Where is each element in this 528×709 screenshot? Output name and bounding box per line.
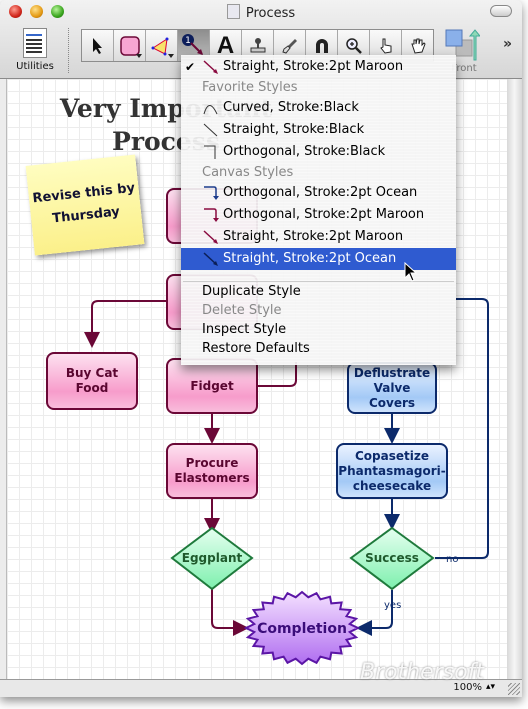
menu-header-favorites: Favorite Styles [202,80,298,95]
success-label: Success [365,551,419,565]
menu-item-current-style[interactable]: ✔ Straight, Stroke:2pt Maroon [181,56,456,78]
straight-maroon-line-icon [203,60,218,74]
straight-ocean-line-icon [203,252,218,266]
mouse-cursor-icon [404,262,418,282]
curved-line-icon [203,105,218,115]
orthogonal-ocean-line-icon [204,186,219,200]
buy-cat-food-box[interactable]: Buy Cat Food [46,352,138,410]
deflustrate-box[interactable]: Deflustrate Valve Covers [347,362,437,414]
orthogonal-line-icon [204,145,216,159]
menu-header-canvas: Canvas Styles [202,165,294,180]
menu-item-restore-defaults[interactable]: Restore Defaults [181,338,456,360]
menu-item-orthogonal-black[interactable]: Orthogonal, Stroke:Black [181,141,456,163]
eggplant-label: Eggplant [182,551,243,565]
completion-label: Completion [257,621,347,637]
connector-fidget-right [258,362,297,387]
sticky-note[interactable]: Revise this by Thursday [25,154,145,256]
connector-to-buy-cat-food [84,300,168,348]
yes-label: yes [384,600,401,611]
straight-maroon-line-icon [203,230,218,244]
menu-item-orthogonal-ocean[interactable]: Orthogonal, Stroke:2pt Ocean [181,182,456,204]
menu-item-orthogonal-maroon[interactable]: Orthogonal, Stroke:2pt Maroon [181,204,456,226]
checkmark-icon: ✔ [185,60,196,74]
menu-item-straight-black[interactable]: Straight, Stroke:Black [181,119,456,141]
watermark: Brothersoft [360,660,485,685]
no-label: no [446,554,458,565]
line-style-menu: ✔ Straight, Stroke:2pt Maroon Favorite S… [181,55,456,365]
straight-line-icon [203,123,218,137]
connector-eggplant-completion [211,588,249,636]
orthogonal-maroon-line-icon [204,208,219,222]
fidget-box[interactable]: Fidget [166,358,258,414]
copasetize-box[interactable]: Copasetize Phantasmagori-cheesecake [336,443,448,499]
procure-elastomers-box[interactable]: Procure Elastomers [166,443,258,499]
menu-item-curved-black[interactable]: Curved, Stroke:Black [181,97,456,119]
menu-item-straight-maroon[interactable]: Straight, Stroke:2pt Maroon [181,226,456,248]
